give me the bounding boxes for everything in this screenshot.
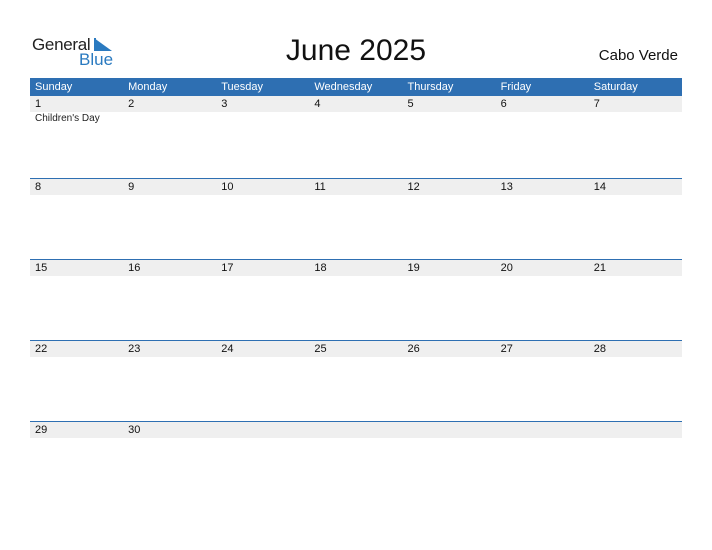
- holiday-label: [309, 195, 402, 196]
- day-number: 19: [407, 262, 420, 274]
- calendar-grid: Sunday Monday Tuesday Wednesday Thursday Frid…: [30, 78, 682, 502]
- holiday-label: [589, 276, 682, 277]
- day-number: 16: [128, 262, 141, 274]
- day-number: 14: [593, 181, 606, 193]
- week-row: 29 30: [30, 421, 682, 502]
- holiday-label: [403, 276, 496, 277]
- holiday-label: Children's Day: [35, 113, 100, 124]
- day-number: 9: [128, 181, 135, 193]
- holiday-label: [216, 112, 309, 124]
- event-row: Children's Day: [30, 112, 682, 124]
- day-number: 25: [314, 343, 327, 355]
- day-number: [496, 422, 589, 438]
- day-number: 4: [314, 98, 321, 110]
- day-number: 11: [314, 181, 326, 193]
- holiday-label: [30, 357, 123, 358]
- weekday-saturday: Saturday: [593, 81, 638, 93]
- day-number-row: 8 9 10 11 12 13 14: [30, 179, 682, 195]
- day-number: [309, 422, 402, 438]
- holiday-label: [589, 112, 682, 124]
- day-number: 12: [407, 181, 420, 193]
- day-number: 26: [407, 343, 420, 355]
- weekday-header: Sunday Monday Tuesday Wednesday Thursday Frid…: [30, 78, 682, 96]
- day-number-row: 1 2 3 4 5 6 7: [30, 96, 682, 112]
- holiday-label: [309, 438, 402, 439]
- holiday-label: [403, 357, 496, 358]
- holiday-label: [309, 276, 402, 277]
- holiday-label: [123, 195, 216, 196]
- holiday-label: [496, 195, 589, 196]
- week-row: 22 23 24 25 26 27 28: [30, 340, 682, 421]
- weekday-sunday: Sunday: [35, 81, 73, 93]
- day-number-row: 15 16 17 18 19 20 21: [30, 260, 682, 276]
- holiday-label: [496, 112, 589, 124]
- holiday-label: [30, 276, 123, 277]
- day-number: 24: [221, 343, 234, 355]
- holiday-label: [216, 276, 309, 277]
- day-number: 5: [407, 98, 414, 110]
- day-number: 8: [35, 181, 42, 193]
- holiday-label: [30, 438, 123, 439]
- week-row: 8 9 10 11 12 13 14: [30, 178, 682, 259]
- day-number: 27: [500, 343, 513, 355]
- holiday-label: [123, 357, 216, 358]
- holiday-label: [123, 276, 216, 277]
- day-number: 28: [593, 343, 606, 355]
- holiday-label: [216, 357, 309, 358]
- weekday-wednesday: Wednesday: [314, 81, 373, 93]
- event-row: [30, 357, 682, 358]
- day-number: 18: [314, 262, 327, 274]
- holiday-label: [589, 195, 682, 196]
- weekday-monday: Monday: [128, 81, 168, 93]
- holiday-label: [123, 438, 216, 439]
- day-number: 13: [500, 181, 513, 193]
- day-number-row: 29 30: [30, 422, 682, 438]
- day-number: 3: [221, 98, 228, 110]
- holiday-label: [309, 357, 402, 358]
- day-number: 21: [593, 262, 606, 274]
- holiday-label: [403, 112, 496, 124]
- day-number: 30: [128, 424, 141, 436]
- holiday-label: [309, 112, 402, 124]
- event-row: [30, 438, 682, 439]
- event-row: [30, 195, 682, 196]
- day-number: 20: [500, 262, 513, 274]
- day-number: 15: [35, 262, 48, 274]
- event-row: [30, 276, 682, 277]
- holiday-label: [496, 276, 589, 277]
- holiday-label: [589, 438, 682, 439]
- weekday-thursday: Thursday: [407, 81, 454, 93]
- day-number: 23: [128, 343, 141, 355]
- day-number: 17: [221, 262, 234, 274]
- day-number: 22: [35, 343, 48, 355]
- week-row: 1 2 3 4 5 6 7 Children's Day: [30, 96, 682, 178]
- day-number: 6: [500, 98, 507, 110]
- day-number: [216, 422, 309, 438]
- holiday-label: [30, 195, 123, 196]
- holiday-label: [589, 357, 682, 358]
- country-label: Cabo Verde: [598, 47, 678, 64]
- day-number: 2: [128, 98, 135, 110]
- day-number-row: 22 23 24 25 26 27 28: [30, 341, 682, 357]
- weekday-friday: Friday: [500, 81, 532, 93]
- day-number: [403, 422, 496, 438]
- day-number: [589, 422, 682, 438]
- holiday-label: [496, 438, 589, 439]
- holiday-label: [403, 195, 496, 196]
- holiday-label: [216, 195, 309, 196]
- holiday-label: [123, 112, 216, 124]
- holiday-label: [216, 438, 309, 439]
- day-number: 7: [593, 98, 600, 110]
- weekday-tuesday: Tuesday: [221, 81, 264, 93]
- holiday-label: [496, 357, 589, 358]
- day-number: 10: [221, 181, 234, 193]
- day-number: 29: [35, 424, 48, 436]
- week-row: 15 16 17 18 19 20 21: [30, 259, 682, 340]
- day-number: 1: [35, 98, 42, 110]
- holiday-label: [403, 438, 496, 439]
